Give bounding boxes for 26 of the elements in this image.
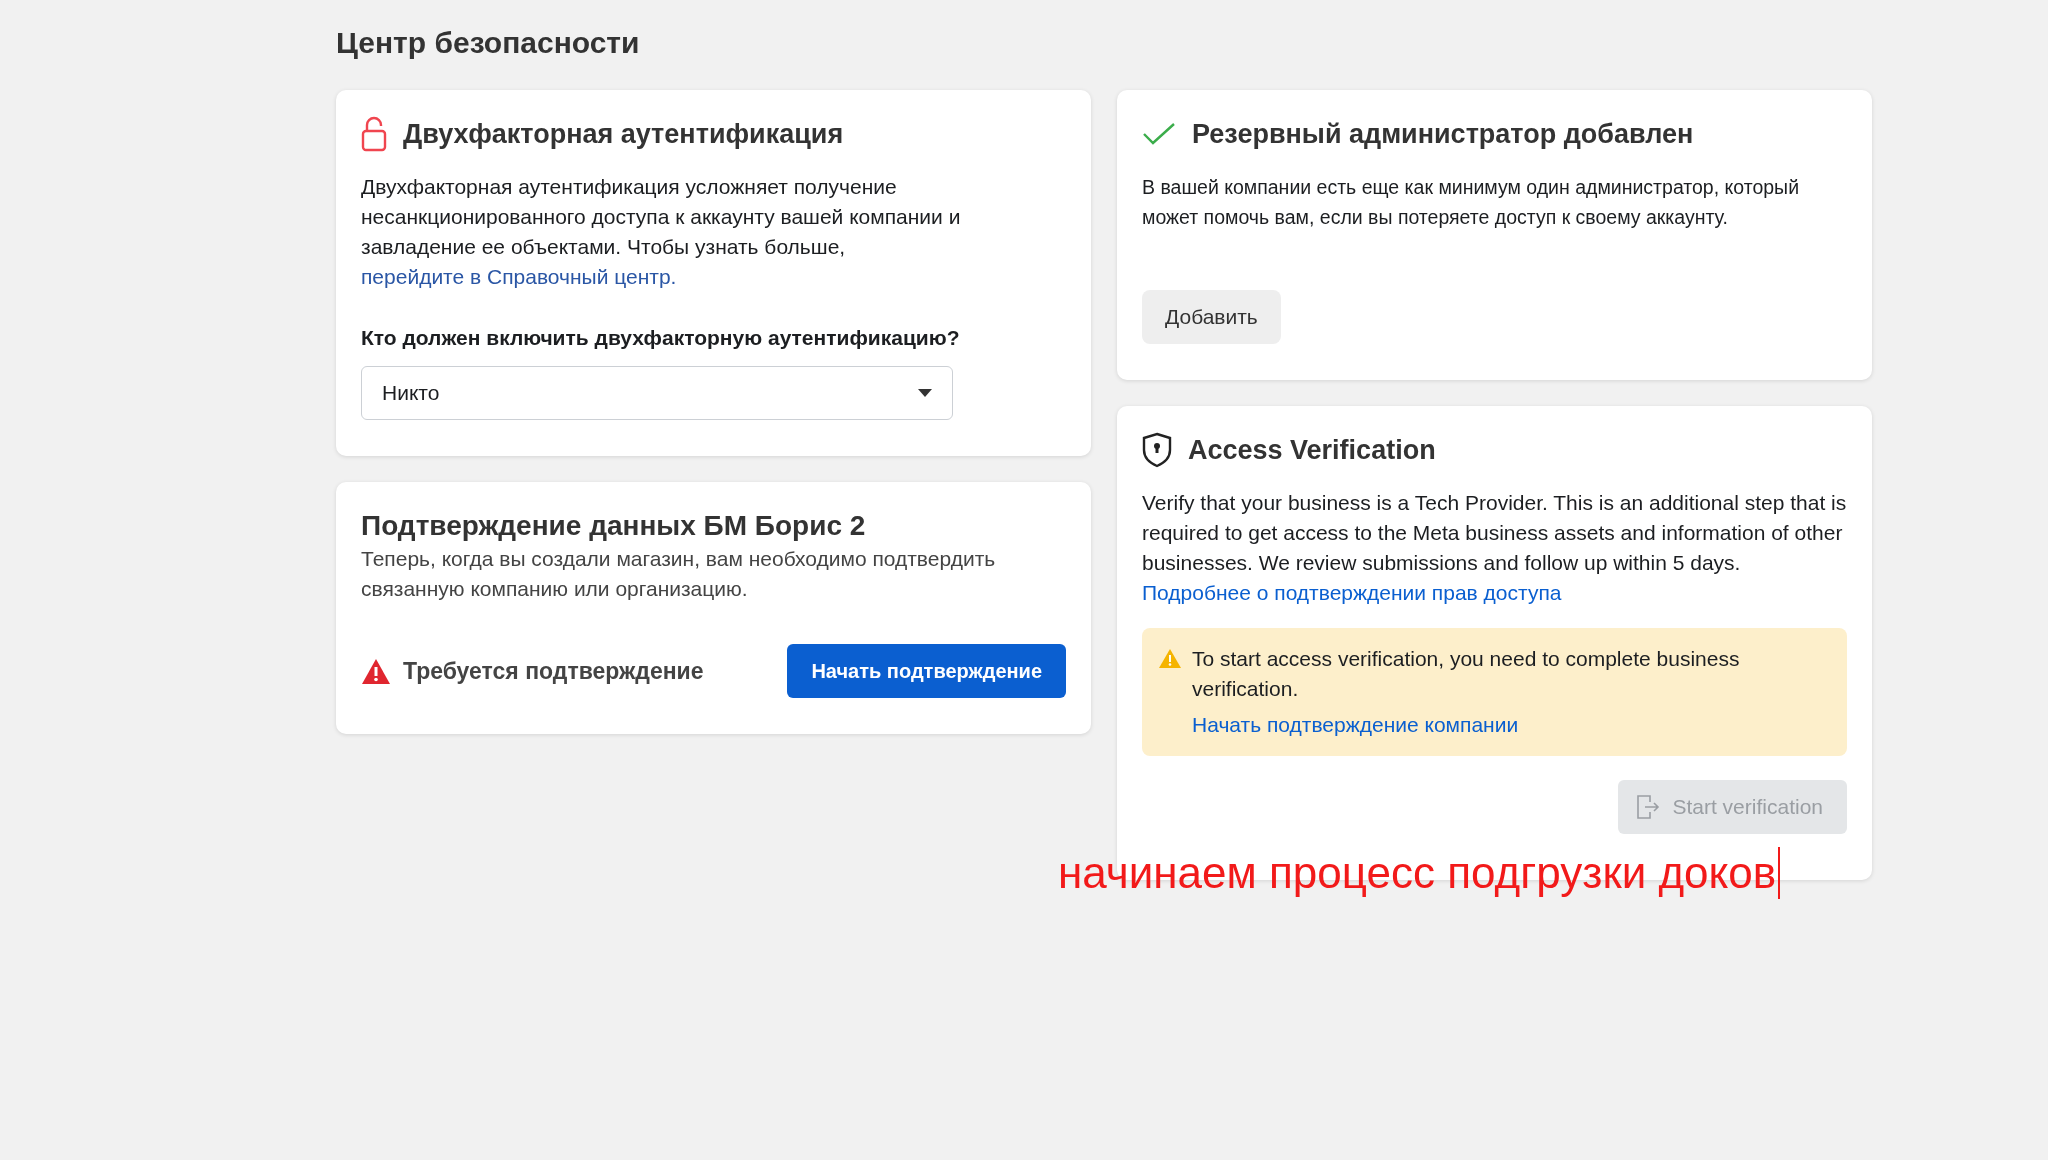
annotation-text: начинаем процесс подгрузки доков (1058, 846, 1781, 900)
notice-text: To start access verification, you need to complete business verification. (1192, 646, 1741, 702)
card-title: Подтверждение данных БМ Борис 2 (361, 509, 867, 543)
question-label: Кто должен включить двухфакторную аутентификацию? (361, 326, 961, 350)
unlocked-padlock-icon (361, 116, 387, 152)
card-title: Access Verification (1188, 434, 1436, 467)
start-confirmation-button[interactable]: Начать подтверждение (787, 644, 1066, 698)
learn-more-link[interactable]: Подробнее о подтверждении прав доступа (1142, 578, 1562, 608)
shield-keyhole-icon (1142, 432, 1172, 468)
caret-icon (918, 388, 932, 398)
warning-icon (1158, 648, 1182, 669)
exit-door-icon (1636, 793, 1661, 821)
dropdown-select[interactable]: Никто (361, 366, 953, 420)
add-button[interactable]: Добавить (1142, 290, 1281, 344)
checkmark-icon (1142, 122, 1176, 146)
description-text: Теперь, когда вы создали магазин, вам необходимо подтвердить связанную компанию или организацию. (361, 546, 997, 602)
description-text: Verify that your business is a Tech Provider. This is an additional step that is required to get access to the Meta business assets and information of other businesses. We review submissions and follow up within 5 days. (1142, 490, 1847, 576)
help-center-link[interactable]: перейдите в Справочный центр. (361, 265, 677, 288)
description-text: Двухфакторная аутентификация усложняет получение несанкционированного доступа к аккаунту вашей компании и завладение ее объектами. Чтобы узнать больше, перейдите в Справочный центр. (361, 174, 962, 290)
description-text: В вашей компании есть еще как минимум один администратор, который может помочь вам, если вы потеряете доступ к своему аккаунту. (1142, 175, 1801, 230)
card-title: Резервный администратор добавлен (1192, 118, 1694, 151)
warning-icon (361, 657, 391, 685)
card-title: Двухфакторная аутентификация (403, 118, 844, 151)
start-company-verification-link[interactable]: Начать подтверждение компании (1192, 710, 1519, 740)
status-text: Требуется подтверждение (403, 657, 705, 685)
page-title: Центр безопасности (336, 26, 641, 60)
